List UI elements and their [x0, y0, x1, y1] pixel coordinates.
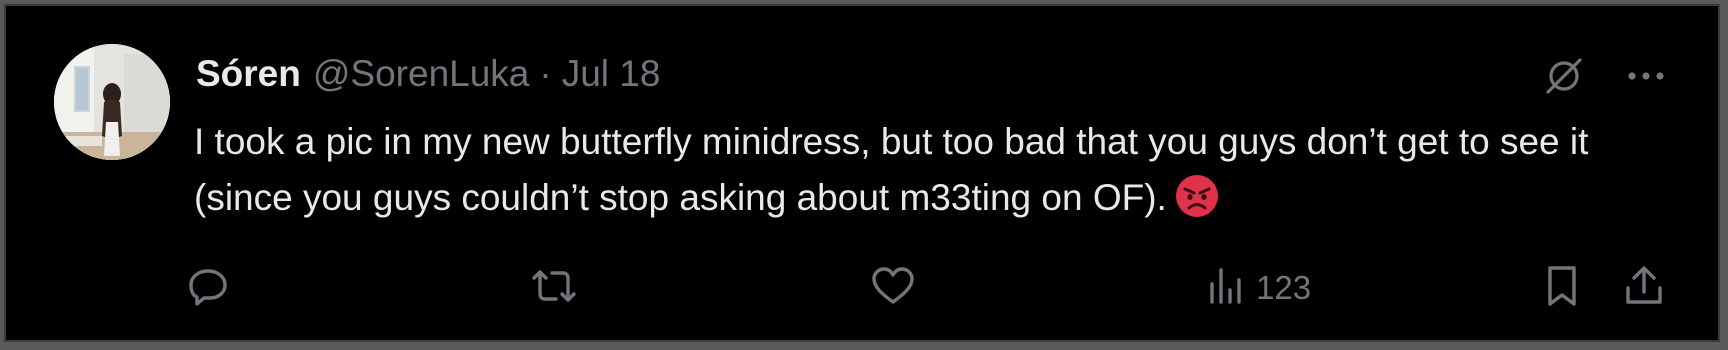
- heart-icon: [868, 262, 918, 315]
- avatar[interactable]: [54, 44, 170, 160]
- action-bar: 123: [189, 260, 1672, 316]
- tweet-text: I took a pic in my new butterfly minidre…: [194, 114, 1654, 226]
- author-name[interactable]: Sóren: [196, 53, 301, 95]
- tweet-header: Sóren @SorenLuka · Jul 18: [196, 50, 660, 98]
- top-icons: [1542, 54, 1666, 98]
- reply-icon: [184, 262, 232, 315]
- share-icon: [1620, 262, 1668, 315]
- views-count: 123: [1256, 269, 1312, 306]
- like-button[interactable]: [868, 260, 928, 316]
- tweet-date[interactable]: Jul 18: [562, 53, 661, 95]
- retweet-button[interactable]: [528, 260, 590, 316]
- more-icon[interactable]: [1626, 70, 1666, 82]
- separator-dot: ·: [539, 53, 552, 94]
- bookmark-icon: [1540, 262, 1584, 315]
- angry-face-emoji: [1175, 174, 1219, 218]
- avatar-photo: [54, 44, 170, 160]
- grok-icon[interactable]: [1542, 54, 1586, 98]
- author-handle[interactable]: @SorenLuka: [313, 53, 530, 95]
- views-button[interactable]: 123: [1206, 260, 1311, 316]
- tweet-body: I took a pic in my new butterfly minidre…: [194, 121, 1589, 218]
- share-button[interactable]: [1620, 260, 1668, 316]
- bookmark-button[interactable]: [1540, 260, 1584, 316]
- views-icon: [1206, 262, 1246, 315]
- tweet-card[interactable]: Sóren @SorenLuka · Jul 18 I took a pic i…: [4, 4, 1720, 342]
- reply-button[interactable]: [184, 260, 242, 316]
- retweet-icon: [528, 262, 580, 315]
